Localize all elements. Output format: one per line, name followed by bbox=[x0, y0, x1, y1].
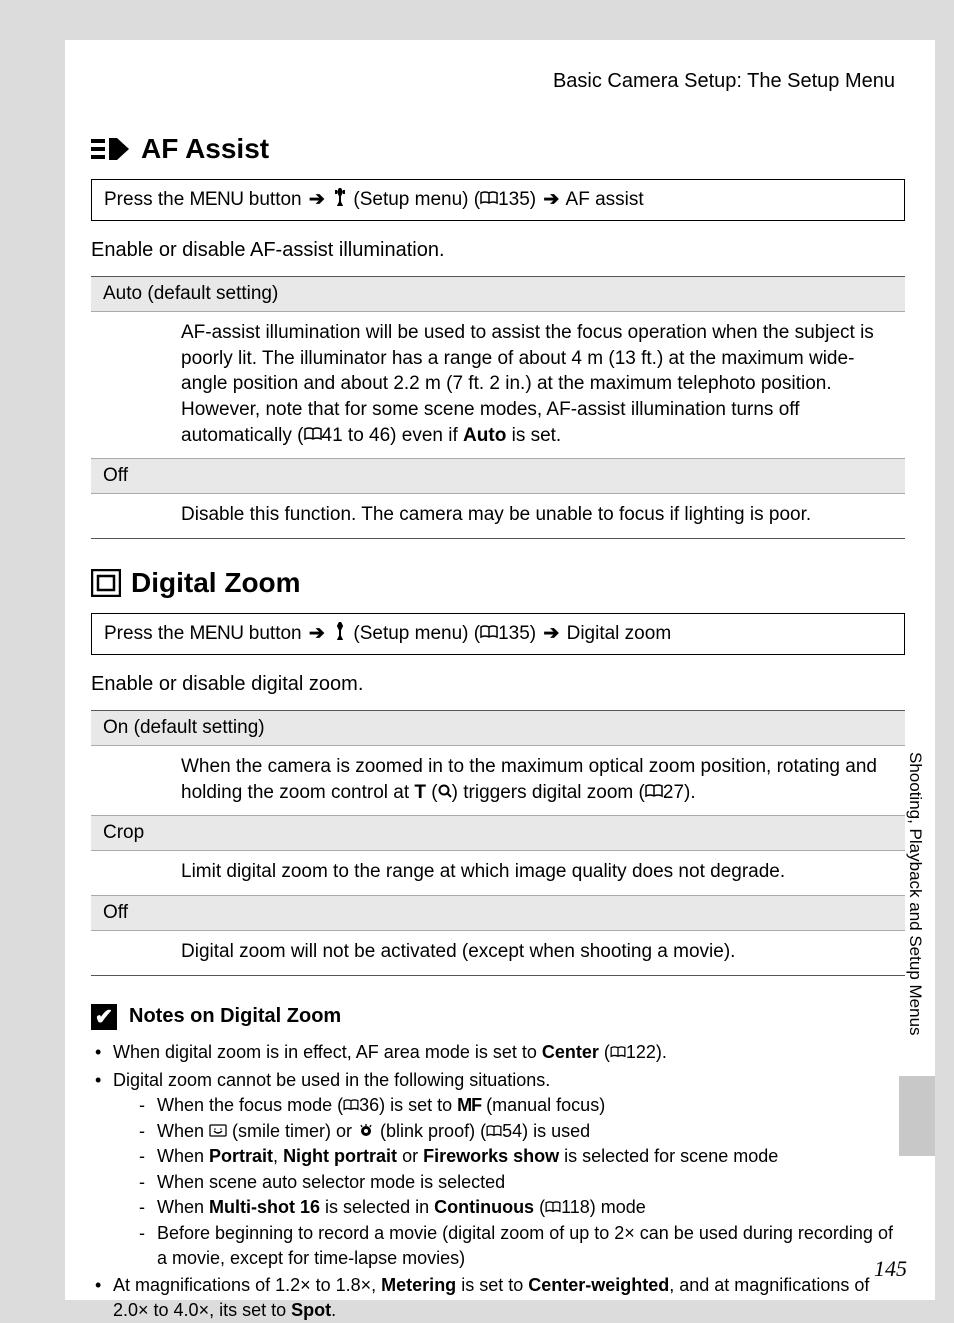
option-body-off2: Digital zoom will not be activated (exce… bbox=[91, 931, 905, 975]
note-item: When digital zoom is in effect, AF area … bbox=[91, 1040, 905, 1066]
blink-proof-icon bbox=[357, 1119, 375, 1144]
t-icon: T bbox=[414, 782, 426, 803]
digital-zoom-icon bbox=[91, 569, 121, 597]
book-icon bbox=[304, 423, 322, 449]
option-body-crop: Limit digital zoom to the range at which… bbox=[91, 851, 905, 895]
side-tab-marker bbox=[899, 1076, 935, 1156]
arrow-icon: ➔ bbox=[309, 623, 325, 644]
wrench-icon bbox=[332, 188, 348, 212]
book-icon bbox=[480, 189, 498, 211]
af-options-table: Auto (default setting) AF-assist illumin… bbox=[91, 276, 905, 539]
smile-timer-icon bbox=[209, 1119, 227, 1144]
digital-zoom-title: Digital Zoom bbox=[131, 567, 301, 599]
option-header-crop: Crop bbox=[91, 815, 905, 851]
note-item: At magnifications of 1.2× to 1.8×, Meter… bbox=[91, 1273, 905, 1323]
manual-page: Basic Camera Setup: The Setup Menu AF As… bbox=[65, 40, 935, 1300]
notes-list: When digital zoom is in effect, AF area … bbox=[91, 1040, 905, 1323]
arrow-icon: ➔ bbox=[309, 189, 325, 210]
page-number: 145 bbox=[874, 1256, 907, 1282]
option-body-auto: AF-assist illumination will be used to a… bbox=[91, 312, 905, 458]
section-heading-digital-zoom: Digital Zoom bbox=[91, 567, 905, 599]
option-body-on: When the camera is zoomed in to the maxi… bbox=[91, 746, 905, 815]
section-heading-af-assist: AF Assist bbox=[91, 133, 905, 165]
af-intro: Enable or disable AF-assist illumination… bbox=[91, 239, 905, 262]
dz-intro: Enable or disable digital zoom. bbox=[91, 673, 905, 696]
sub-note-item: When scene auto selector mode is selecte… bbox=[137, 1170, 905, 1195]
book-icon bbox=[486, 1119, 502, 1144]
sub-note-item: When the focus mode (36) is set to MF (m… bbox=[137, 1093, 905, 1119]
dz-options-table: On (default setting) When the camera is … bbox=[91, 710, 905, 976]
side-tab-label: Shooting, Playback and Setup Menus bbox=[899, 740, 925, 1070]
sub-note-item: When (smile timer) or (blink proof) (54)… bbox=[137, 1119, 905, 1145]
note-item: Digital zoom cannot be used in the follo… bbox=[91, 1068, 905, 1271]
book-icon bbox=[545, 1195, 561, 1220]
magnifier-icon bbox=[438, 780, 452, 806]
book-icon bbox=[343, 1093, 359, 1118]
arrow-icon: ➔ bbox=[543, 189, 559, 210]
menu-button-label: MENU bbox=[190, 189, 244, 210]
book-icon bbox=[645, 780, 663, 806]
option-header-auto: Auto (default setting) bbox=[91, 277, 905, 312]
notes-heading: ✔ Notes on Digital Zoom bbox=[91, 1004, 905, 1030]
af-assist-icon bbox=[91, 136, 131, 162]
option-header-on: On (default setting) bbox=[91, 711, 905, 746]
option-header-off: Off bbox=[91, 458, 905, 494]
side-tab: Shooting, Playback and Setup Menus bbox=[899, 740, 935, 1160]
check-icon: ✔ bbox=[91, 1004, 117, 1030]
page-header: Basic Camera Setup: The Setup Menu bbox=[91, 70, 905, 93]
nav-path-af: Press the MENU button ➔ (Setup menu) (13… bbox=[91, 179, 905, 221]
book-icon bbox=[610, 1040, 626, 1065]
nav-path-dz: Press the MENU button ➔ (Setup menu) (13… bbox=[91, 613, 905, 655]
af-assist-title: AF Assist bbox=[141, 133, 269, 165]
menu-button-label: MENU bbox=[190, 623, 244, 644]
wrench-icon bbox=[332, 622, 348, 646]
book-icon bbox=[480, 623, 498, 645]
arrow-icon: ➔ bbox=[543, 623, 559, 644]
sub-note-item: When Multi-shot 16 is selected in Contin… bbox=[137, 1195, 905, 1221]
option-header-off2: Off bbox=[91, 895, 905, 931]
sub-note-item: Before beginning to record a movie (digi… bbox=[137, 1221, 905, 1271]
sub-note-item: When Portrait, Night portrait or Firewor… bbox=[137, 1144, 905, 1169]
option-body-off: Disable this function. The camera may be… bbox=[91, 494, 905, 538]
mf-icon: MF bbox=[457, 1095, 481, 1115]
